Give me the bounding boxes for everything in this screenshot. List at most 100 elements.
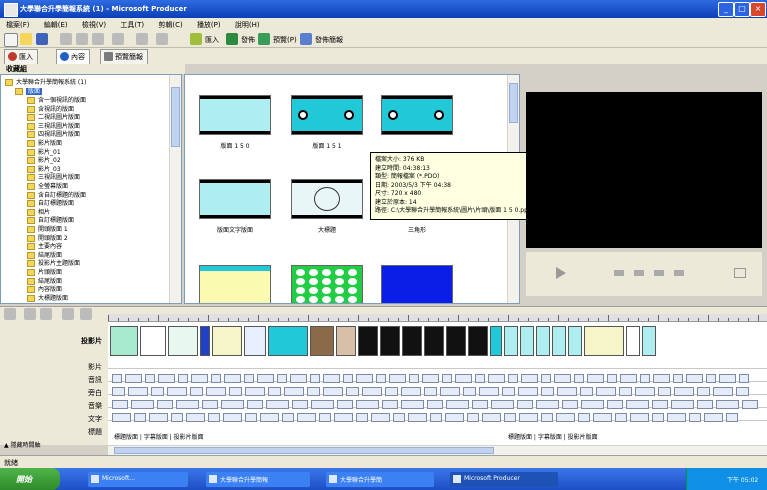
track-cell[interactable] [742, 400, 758, 409]
slide-clip[interactable] [584, 326, 624, 356]
track-cell[interactable] [371, 413, 390, 422]
preview-icon[interactable] [258, 33, 270, 45]
track-cell[interactable] [112, 400, 128, 409]
track-cell[interactable] [521, 374, 538, 383]
cut-icon[interactable] [60, 33, 72, 45]
track-cell[interactable] [334, 413, 353, 422]
track-cell[interactable] [504, 413, 516, 422]
publish-presentation-icon[interactable] [300, 33, 312, 45]
track-cell[interactable] [445, 413, 464, 422]
track-cell[interactable] [362, 387, 382, 396]
zoom-in-icon[interactable] [24, 308, 36, 320]
play-icon[interactable] [556, 267, 566, 279]
track-cell[interactable] [541, 387, 554, 396]
tree-scrollbar[interactable] [169, 75, 181, 303]
track-cell[interactable] [356, 400, 379, 409]
track-cell[interactable] [541, 374, 551, 383]
zoom-out-icon[interactable] [40, 308, 52, 320]
tab-preview-presentation[interactable]: 預覽簡報 [100, 49, 148, 65]
slide-clip[interactable] [446, 326, 466, 356]
menu-edit[interactable]: 編輯(E) [38, 18, 74, 30]
menu-view[interactable]: 檢視(V) [76, 18, 112, 30]
slide-clip[interactable] [568, 326, 582, 356]
track-cell[interactable] [134, 413, 146, 422]
track-cell[interactable] [125, 374, 142, 383]
layout-thumbnail[interactable] [199, 95, 271, 135]
track-cell[interactable] [640, 374, 650, 383]
track-cell[interactable] [554, 374, 571, 383]
track-cell[interactable] [686, 374, 703, 383]
track-cell[interactable] [171, 413, 183, 422]
copy-icon[interactable] [76, 33, 88, 45]
track-cell[interactable] [266, 400, 289, 409]
track-cell[interactable] [706, 374, 716, 383]
publish-toolbar-label[interactable]: 發佈 [241, 35, 255, 45]
track-cell[interactable] [619, 387, 632, 396]
slide-clip[interactable] [110, 326, 138, 356]
track-cell[interactable] [310, 374, 320, 383]
menu-play[interactable]: 播放(P) [191, 18, 227, 30]
track-cell[interactable] [719, 374, 736, 383]
track-cell[interactable] [424, 387, 437, 396]
title-bar[interactable]: 大學聯合升學簡報系統 (1) - Microsoft Producer _ □ … [0, 0, 767, 18]
track-cell[interactable] [149, 413, 168, 422]
track-cell[interactable] [674, 387, 694, 396]
slide-clip[interactable] [490, 326, 502, 356]
slide-clip[interactable] [358, 326, 378, 356]
track-cell[interactable] [356, 413, 368, 422]
track-cell[interactable] [178, 374, 188, 383]
timeline-collapse-toggle[interactable]: ▲ 隱藏時間軸 [4, 440, 41, 449]
track-cell[interactable] [224, 374, 241, 383]
track-cell[interactable] [307, 387, 320, 396]
tree-root[interactable]: 大學聯合升學簡報系統 (1) [5, 77, 86, 86]
menu-help[interactable]: 說明(H) [229, 18, 266, 30]
track-cell[interactable] [206, 387, 226, 396]
track-cell[interactable] [652, 413, 664, 422]
paste-icon[interactable] [92, 33, 104, 45]
open-icon[interactable] [20, 33, 32, 45]
taskbar-item-4[interactable]: Microsoft Producer [450, 472, 558, 487]
track-cell[interactable] [713, 387, 733, 396]
track-cell[interactable] [587, 374, 604, 383]
layout-thumbnail[interactable] [291, 95, 363, 135]
slide-clip[interactable] [212, 326, 242, 356]
next-icon[interactable] [674, 270, 684, 276]
track-cell[interactable] [557, 387, 577, 396]
track-cell[interactable] [716, 400, 739, 409]
track-cell[interactable] [245, 413, 257, 422]
taskbar-item-1[interactable]: Microsoft... [88, 472, 188, 487]
track-cell[interactable] [176, 400, 199, 409]
track-cell[interactable] [112, 374, 122, 383]
track-cell[interactable] [211, 374, 221, 383]
layout-thumbnail[interactable] [381, 95, 453, 135]
track-cell[interactable] [202, 400, 218, 409]
track-cell[interactable] [726, 413, 738, 422]
track-cell[interactable] [112, 413, 131, 422]
rewind-timeline-icon[interactable] [62, 308, 74, 320]
track-cell[interactable] [671, 400, 694, 409]
track-cell[interactable] [268, 387, 281, 396]
track-cell[interactable] [186, 413, 205, 422]
track-cell[interactable] [131, 400, 154, 409]
previous-icon[interactable] [614, 270, 624, 276]
track-cell[interactable] [346, 387, 359, 396]
new-icon[interactable] [4, 33, 18, 47]
scroll-thumb[interactable] [509, 83, 518, 123]
taskbar-item-2[interactable]: 大學聯合升學簡報 [206, 472, 310, 487]
track-cell[interactable] [190, 387, 203, 396]
track-cell[interactable] [581, 400, 604, 409]
publish-icon[interactable] [226, 33, 238, 45]
track-cell[interactable] [488, 374, 505, 383]
title-track-text-1[interactable]: 標題版面 | 字幕版面 | 投影片版面 [114, 432, 204, 441]
track-cell[interactable] [323, 374, 340, 383]
slide-clip[interactable] [468, 326, 488, 356]
track-cell[interactable] [739, 374, 749, 383]
track-cell[interactable] [389, 374, 406, 383]
track-cell[interactable] [635, 387, 655, 396]
scroll-thumb[interactable] [114, 447, 494, 454]
delete-icon[interactable] [112, 33, 124, 45]
tree-selected-node[interactable]: 版面 [15, 86, 43, 95]
track-cell[interactable] [593, 413, 612, 422]
track-cell[interactable] [167, 387, 187, 396]
slide-clip[interactable] [380, 326, 400, 356]
